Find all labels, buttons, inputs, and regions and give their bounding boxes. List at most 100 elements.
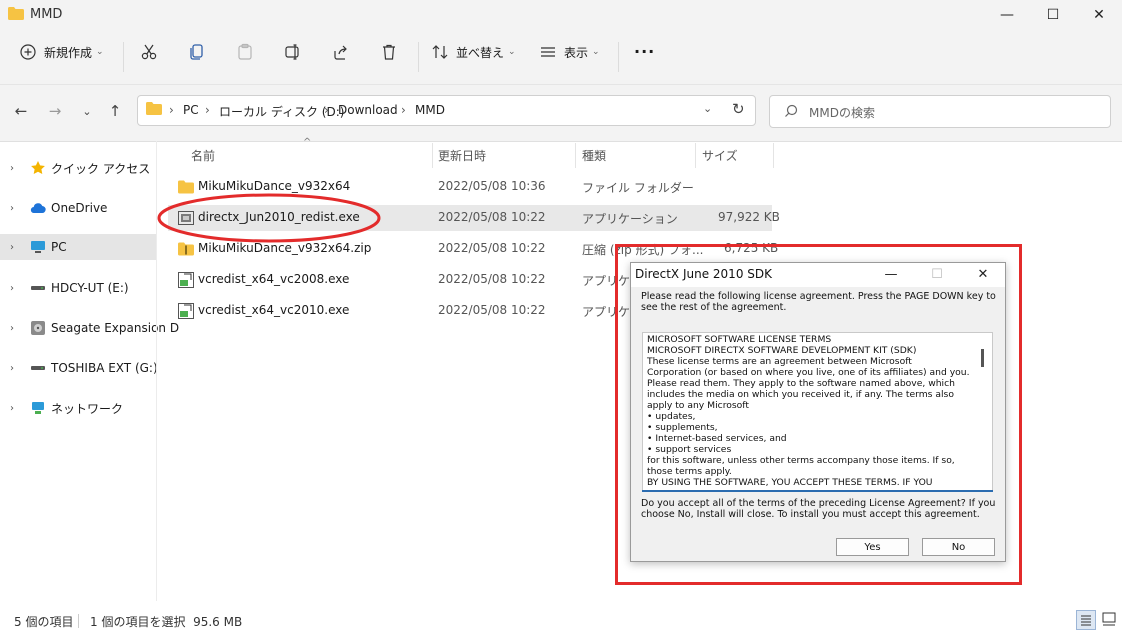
minimize-button[interactable]: — (984, 0, 1030, 30)
license-text: MICROSOFT SOFTWARE LICENSE TERMS MICROSO… (647, 334, 979, 488)
maximize-button[interactable]: ☐ (1030, 0, 1076, 30)
sidebar-item-label: TOSHIBA EXT (G:) (51, 361, 158, 375)
sidebar-item-label: PC (51, 240, 67, 254)
recent-locations-button[interactable]: ⌄ (76, 100, 98, 122)
sidebar-item-label: Seagate Expansion D (51, 321, 180, 335)
chevron-right-icon[interactable]: › (10, 403, 14, 414)
column-header-date[interactable]: 更新日時 (438, 147, 486, 164)
refresh-button[interactable]: ↻ (732, 100, 745, 118)
breadcrumb-separator: › (205, 103, 210, 117)
breadcrumb-mmd[interactable]: MMD (415, 103, 445, 117)
folder-icon (146, 102, 162, 115)
details-view-icon (1081, 615, 1091, 626)
column-header-name[interactable]: 名前 (191, 147, 215, 164)
drive-icon (31, 366, 45, 370)
view-button[interactable]: 表示 ⌄ (538, 42, 600, 62)
forward-button[interactable]: → (44, 100, 66, 122)
breadcrumb-download[interactable]: Download (338, 103, 398, 117)
column-divider[interactable] (432, 143, 433, 168)
rename-icon (283, 42, 303, 62)
chevron-right-icon[interactable]: › (10, 203, 14, 214)
toolbar-divider (123, 42, 124, 72)
details-view-button[interactable] (1076, 610, 1096, 630)
sidebar-item-toshiba[interactable]: › TOSHIBA EXT (G:) (0, 355, 158, 381)
sidebar-item-hdcy-ut[interactable]: › HDCY-UT (E:) (0, 275, 156, 301)
more-options-button[interactable]: ··· (634, 42, 655, 61)
new-button[interactable]: 新規作成 ⌄ (18, 42, 104, 62)
no-button[interactable]: No (922, 538, 995, 556)
license-line: • Internet-based services, and (647, 433, 787, 444)
paste-button[interactable] (235, 42, 255, 62)
monitor-icon (31, 241, 45, 253)
textbox-focus-underline (642, 490, 993, 492)
column-divider[interactable] (773, 143, 774, 168)
dialog-close-button[interactable]: ✕ (968, 263, 998, 285)
sidebar-item-label: HDCY-UT (E:) (51, 281, 129, 295)
chevron-right-icon[interactable]: › (10, 323, 14, 334)
license-line: includes the media on which you received… (647, 389, 954, 400)
sidebar-item-network[interactable]: › ネットワーク (0, 395, 156, 421)
chevron-right-icon[interactable]: › (10, 163, 14, 174)
license-line: Please read them. They apply to the soft… (647, 378, 955, 389)
sidebar-item-label: OneDrive (51, 201, 108, 215)
dialog-question: Do you accept all of the terms of the pr… (641, 498, 996, 520)
file-name: vcredist_x64_vc2008.exe (198, 272, 350, 286)
license-scrollbar-thumb[interactable] (981, 349, 984, 367)
plus-circle-icon (18, 42, 38, 62)
status-selection: 1 個の項目を選択 95.6 MB (90, 615, 243, 629)
yes-button[interactable]: Yes (836, 538, 909, 556)
license-line: • support services (647, 444, 732, 455)
sidebar-item-pc[interactable]: › PC (0, 234, 156, 260)
dialog-minimize-button[interactable]: — (876, 263, 906, 285)
hdd-icon (31, 321, 45, 335)
column-divider[interactable] (695, 143, 696, 168)
sidebar-item-onedrive[interactable]: › OneDrive (0, 195, 156, 221)
breadcrumb-separator: › (169, 103, 174, 117)
clipboard-icon (235, 42, 255, 62)
breadcrumb-pc[interactable]: PC (183, 103, 199, 117)
column-header-size[interactable]: サイズ (702, 147, 738, 164)
breadcrumb-separator: › (401, 103, 406, 117)
share-button[interactable] (331, 42, 351, 62)
chevron-down-icon: ⌄ (592, 47, 600, 57)
file-size: 97,922 KB (718, 210, 780, 224)
search-icon (785, 104, 798, 117)
status-divider (78, 614, 79, 628)
close-button[interactable]: ✕ (1076, 0, 1122, 30)
sort-button[interactable]: 並べ替え ⌄ (430, 42, 516, 62)
license-line: Corporation (or based on where you live,… (647, 367, 970, 378)
file-date: 2022/05/08 10:36 (438, 179, 546, 193)
file-date: 2022/05/08 10:22 (438, 210, 546, 224)
sort-ascending-icon: ^ (303, 137, 312, 148)
back-button[interactable]: ← (10, 100, 32, 122)
sidebar-item-label: ネットワーク (51, 401, 124, 416)
file-name: MikuMikuDance_v932x64 (198, 179, 351, 193)
window-title: MMD (30, 7, 63, 22)
cut-button[interactable] (139, 42, 159, 62)
copy-button[interactable] (187, 42, 207, 62)
sidebar-item-seagate[interactable]: › Seagate Expansion D (0, 315, 179, 341)
chevron-right-icon[interactable]: › (10, 242, 14, 253)
license-line: These license terms are an agreement bet… (647, 356, 912, 367)
status-item-count: 5 個の項目 (14, 615, 74, 629)
sidebar-item-quick-access[interactable]: › クイック アクセス (0, 155, 156, 181)
new-label: 新規作成 (44, 45, 93, 60)
drive-icon (31, 286, 45, 290)
dialog-maximize-button[interactable]: ☐ (922, 263, 952, 285)
column-divider[interactable] (575, 143, 576, 168)
address-dropdown-button[interactable]: ⌄ (703, 102, 712, 115)
rename-button[interactable] (283, 42, 303, 62)
share-icon (331, 42, 351, 62)
up-button[interactable]: ↑ (104, 100, 126, 122)
license-line: BY USING THE SOFTWARE, YOU ACCEPT THESE … (647, 477, 933, 488)
dialog-title: DirectX June 2010 SDK (635, 267, 772, 281)
column-header-type[interactable]: 種類 (582, 147, 606, 164)
chevron-right-icon[interactable]: › (10, 363, 14, 374)
delete-button[interactable] (379, 42, 399, 62)
file-type: アプリケーション (582, 212, 678, 226)
toolbar-divider (418, 42, 419, 72)
scissors-icon (139, 42, 159, 62)
installer-icon (178, 303, 194, 319)
tiles-view-button[interactable] (1100, 610, 1120, 630)
chevron-right-icon[interactable]: › (10, 283, 14, 294)
